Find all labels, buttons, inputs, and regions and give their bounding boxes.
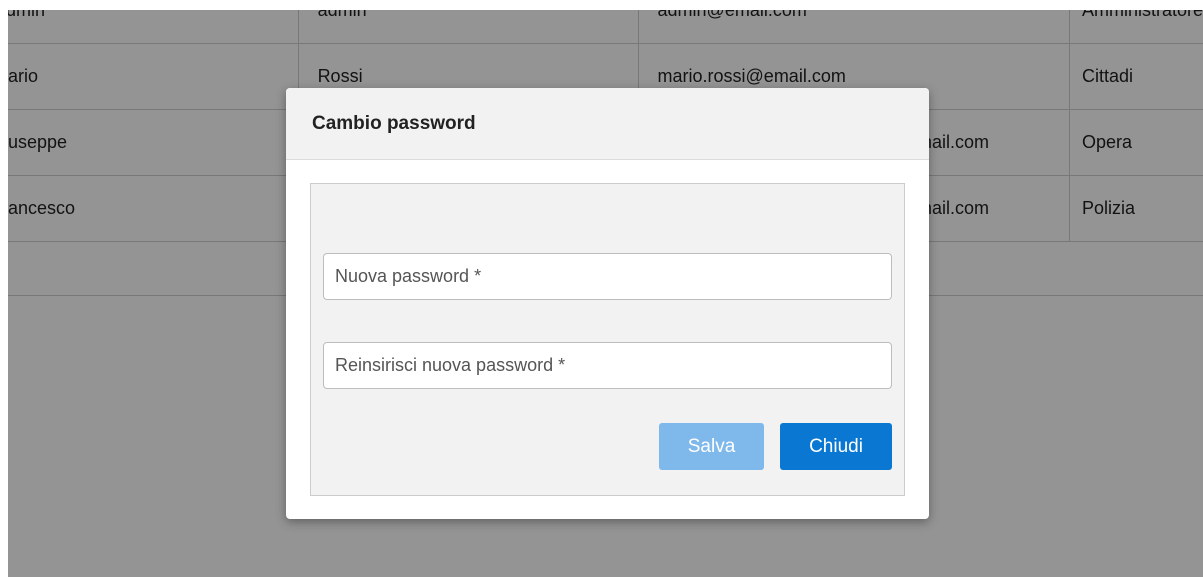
page: Admin admin admin@email.com Amministrato… bbox=[0, 0, 1203, 577]
dialog-form-panel: Salva Chiudi bbox=[310, 183, 905, 496]
dialog-title: Cambio password bbox=[312, 112, 476, 134]
confirm-password-input[interactable] bbox=[323, 342, 892, 389]
dialog-header: Cambio password bbox=[286, 88, 929, 160]
top-edge bbox=[0, 0, 1203, 10]
new-password-input[interactable] bbox=[323, 253, 892, 300]
save-button[interactable]: Salva bbox=[659, 423, 764, 470]
change-password-dialog: Cambio password Salva Chiudi bbox=[286, 88, 929, 519]
close-button[interactable]: Chiudi bbox=[780, 423, 892, 470]
